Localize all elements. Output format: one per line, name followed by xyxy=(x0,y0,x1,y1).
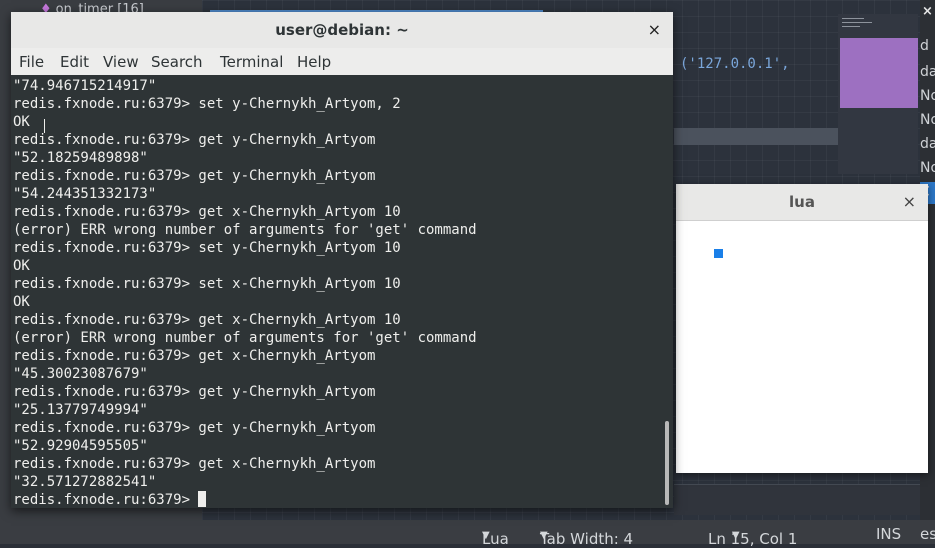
lua-window-title: lua xyxy=(789,193,815,211)
statusbar-extra-label: es xyxy=(920,525,935,543)
terminal-scrollbar-thumb[interactable] xyxy=(665,421,669,505)
minimap-viewport[interactable] xyxy=(840,38,918,108)
terminal-prompt: redis.fxnode.ru:6379> xyxy=(13,492,199,508)
menu-search[interactable]: Search xyxy=(151,53,203,71)
terminal-line: redis.fxnode.ru:6379> get x-Chernykh_Art… xyxy=(13,348,376,364)
cursor-position-selector[interactable]: Ln 15, Col 1 ▼ xyxy=(708,525,797,548)
panel-item[interactable]: No xyxy=(920,112,935,128)
panel-item[interactable]: da xyxy=(920,64,935,80)
terminal-line: redis.fxnode.ru:6379> get y-Chernykh_Art… xyxy=(13,420,376,436)
terminal-line: "54.244351332173" xyxy=(13,186,157,202)
editor-horizontal-scrollbar[interactable] xyxy=(674,484,920,515)
terminal-line: redis.fxnode.ru:6379> get x-Chernykh_Art… xyxy=(13,312,401,328)
terminal-window-title: user@debian: ~ xyxy=(275,21,409,39)
terminal-line: redis.fxnode.ru:6379> set x-Chernykh_Art… xyxy=(13,276,401,292)
close-icon[interactable]: × xyxy=(903,192,916,211)
editor-statusbar: Lua ▼ Tab Width: 4 ▼ Ln 15, Col 1 ▼ INS … xyxy=(202,520,935,548)
editor-tab[interactable] xyxy=(210,0,543,12)
terminal-line: "32.571272882541" xyxy=(13,474,157,490)
code-minimap[interactable] xyxy=(838,14,918,174)
menu-help[interactable]: Help xyxy=(297,53,331,71)
terminal-line: redis.fxnode.ru:6379> set y-Chernykh_Art… xyxy=(13,96,401,112)
terminal-line: redis.fxnode.ru:6379> get x-Chernykh_Art… xyxy=(13,456,376,472)
terminal-line: "52.18259489898" xyxy=(13,150,148,166)
panel-item[interactable]: da xyxy=(920,136,935,152)
chevron-down-icon: ▼ xyxy=(482,530,490,541)
close-icon[interactable]: × xyxy=(648,20,661,39)
menu-terminal[interactable]: Terminal xyxy=(220,53,283,71)
terminal-line: "25.13779749994" xyxy=(13,402,148,418)
lua-titlebar[interactable]: lua × xyxy=(676,184,928,221)
text-cursor xyxy=(198,491,207,507)
terminal-line: redis.fxnode.ru:6379> get y-Chernykh_Art… xyxy=(13,384,376,400)
menu-edit[interactable]: Edit xyxy=(60,53,89,71)
terminal-line: redis.fxnode.ru:6379> set y-Chernykh_Art… xyxy=(13,240,401,256)
terminal-scrollbar[interactable] xyxy=(661,75,673,508)
insert-mode-indicator[interactable]: INS xyxy=(876,525,901,543)
menu-file[interactable]: File xyxy=(19,53,44,71)
minimap-line xyxy=(842,18,864,19)
chevron-down-icon: ▼ xyxy=(731,530,740,541)
terminal-titlebar[interactable]: user@debian: ~ × xyxy=(11,12,673,48)
terminal-line: redis.fxnode.ru:6379> get y-Chernykh_Art… xyxy=(13,132,376,148)
terminal-prompt-line[interactable]: redis.fxnode.ru:6379> xyxy=(13,491,477,508)
terminal-line: OK xyxy=(13,294,30,310)
panel-item[interactable]: No xyxy=(920,160,935,176)
current-line-highlight xyxy=(674,128,838,145)
chevron-down-icon: ▼ xyxy=(540,530,548,541)
code-fragment: ('127.0.0.1', xyxy=(680,56,790,72)
terminal-line: (error) ERR wrong number of arguments fo… xyxy=(13,330,477,346)
terminal-screen[interactable]: "74.946715214917" redis.fxnode.ru:6379> s… xyxy=(11,75,661,508)
terminal-line: "74.946715214917" xyxy=(13,78,157,94)
moving-dot xyxy=(714,249,723,258)
terminal-output: "74.946715214917" redis.fxnode.ru:6379> s… xyxy=(13,77,477,508)
terminal-line: OK xyxy=(13,258,30,274)
ibeam-cursor-icon xyxy=(44,119,47,133)
terminal-line: (error) ERR wrong number of arguments fo… xyxy=(13,222,477,238)
cursor-position-label: Ln 15, Col 1 xyxy=(708,530,798,548)
terminal-line: redis.fxnode.ru:6379> get x-Chernykh_Art… xyxy=(13,204,401,220)
minimap-line xyxy=(842,26,860,27)
terminal-line: OK xyxy=(13,114,30,130)
panel-item[interactable]: d xyxy=(920,38,929,54)
terminal-line: "45.30023087679" xyxy=(13,366,148,382)
tab-width-label: Tab Width: 4 xyxy=(540,530,634,548)
panel-item[interactable]: No xyxy=(920,88,935,104)
menu-view[interactable]: View xyxy=(103,53,139,71)
minimap-line xyxy=(842,22,872,23)
terminal-menubar: File Edit View Search Terminal Help xyxy=(11,48,673,76)
terminal-line: "52.92904595505" xyxy=(13,438,148,454)
lua-window[interactable]: lua × xyxy=(676,184,928,473)
terminal-line: redis.fxnode.ru:6379> get y-Chernykh_Art… xyxy=(13,168,376,184)
terminal-window[interactable]: user@debian: ~ × File Edit View Search T… xyxy=(11,12,673,508)
panel-close-icon[interactable]: × xyxy=(922,4,933,19)
